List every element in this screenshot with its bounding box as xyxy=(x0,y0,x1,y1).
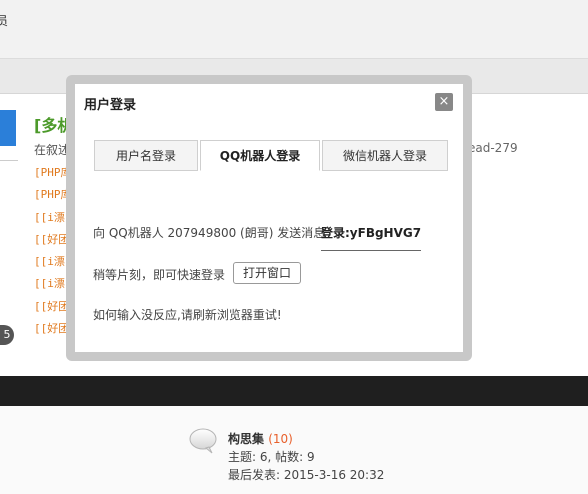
dark-section-bar xyxy=(0,376,588,406)
refresh-hint: 如何输入没反应,请刷新浏览器重试! xyxy=(93,308,282,322)
page-number-badge[interactable]: 5 xyxy=(0,325,14,345)
open-window-button[interactable]: 打开窗口 xyxy=(233,262,301,284)
login-tabs: 用户名登录 QQ机器人登录 微信机器人登录 xyxy=(94,140,448,172)
login-code: 登录:yFBgHVG7 xyxy=(321,226,422,240)
blue-side-tab[interactable] xyxy=(0,110,16,146)
wait-text: 稍等片刻，即可快速登录 xyxy=(93,268,226,282)
post-description-right: ead-279 xyxy=(468,141,518,155)
header-text[interactable]: 员 xyxy=(0,12,8,29)
post-description: 在叙述 xyxy=(34,143,71,157)
forum-last-post[interactable]: 最后发表: 2015-3-16 20:32 xyxy=(228,466,384,483)
forum-stats: 主题: 6, 帖数: 9 xyxy=(228,450,315,464)
divider xyxy=(0,160,18,161)
tab-wechat-robot-login[interactable]: 微信机器人登录 xyxy=(322,140,448,171)
modal-title: 用户登录 xyxy=(84,98,137,113)
top-header: 员 xyxy=(0,0,588,59)
tab-qq-robot-login[interactable]: QQ机器人登录 xyxy=(200,140,320,171)
forum-name-text[interactable]: 构思集 xyxy=(228,432,264,446)
forum-new-count: (10) xyxy=(268,432,293,446)
qq-instruction: 向 QQ机器人 207949800 (朗哥) 发送消息 xyxy=(93,226,326,240)
login-modal: 用户登录 × 用户名登录 QQ机器人登录 微信机器人登录 向 QQ机器人 207… xyxy=(75,84,463,352)
speech-bubble-icon xyxy=(188,428,218,454)
forum-name[interactable]: 构思集 (10) xyxy=(228,430,293,447)
login-code-wrapper: 登录:yFBgHVG7 xyxy=(321,224,422,251)
close-icon[interactable]: × xyxy=(435,93,453,111)
tab-username-login[interactable]: 用户名登录 xyxy=(94,140,198,171)
